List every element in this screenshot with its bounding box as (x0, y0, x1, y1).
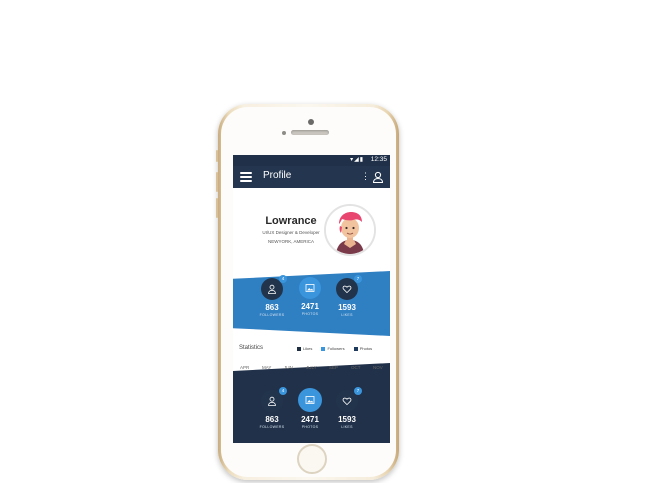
stat-count: 1593 (338, 415, 356, 424)
stat-label: LIKES (341, 313, 353, 317)
user-icon (268, 396, 276, 406)
heart-icon (342, 397, 352, 406)
avatar[interactable] (324, 204, 376, 256)
stat-count: 2471 (301, 415, 319, 424)
month-label: NOV (373, 365, 383, 370)
volume-up-button[interactable] (216, 172, 218, 192)
page-title: Profile (263, 170, 292, 181)
user-icon (268, 284, 276, 294)
status-icons: ▾◢▮ (350, 157, 364, 163)
mute-switch[interactable] (216, 150, 218, 162)
stat-badge: 7 (354, 387, 362, 395)
stat-label: PHOTOS (301, 425, 319, 429)
app-screen: ▾◢▮ 12:35 Profile ⋮ Lowrance UI/UX Desig… (233, 155, 390, 443)
stat-count: 1593 (338, 303, 356, 312)
month-label: OCT (351, 365, 361, 370)
stat-count: 2471 (301, 302, 319, 311)
stat-badge: 4 (279, 275, 287, 283)
chart-title: Statistics (239, 345, 264, 351)
stat-label: FOLLOWERS (259, 313, 285, 317)
account-icon[interactable] (372, 171, 384, 183)
month-label: APR (240, 365, 250, 370)
statistics-header: Statistics Likes Followers Photos (233, 343, 390, 357)
stat-followers-bottom[interactable]: 4 863 FOLLOWERS (252, 387, 292, 429)
stat-likes-circle[interactable]: 7 (336, 275, 362, 300)
legend-item-photos[interactable]: Photos (353, 346, 373, 351)
stage: ▾◢▮ 12:35 Profile ⋮ Lowrance UI/UX Desig… (0, 0, 669, 483)
status-bar: ▾◢▮ 12:35 (233, 155, 390, 166)
stat-count: 863 (265, 415, 279, 424)
photo-icon (305, 396, 315, 404)
proximity-sensor (282, 131, 286, 135)
stat-followers[interactable]: 4 863 FOLLOWERS (252, 275, 292, 317)
stat-likes-bottom[interactable]: 7 1593 LIKES (327, 387, 367, 429)
legend-item-likes[interactable]: Likes (297, 346, 312, 351)
stat-badge: 7 (354, 275, 362, 283)
month-label: JUN (284, 365, 293, 370)
stat-followers-circle[interactable]: 4 (261, 387, 287, 412)
photo-icon (305, 284, 315, 292)
stat-label: LIKES (341, 425, 353, 429)
month-label: MAY (262, 365, 272, 370)
stat-badge: 4 (279, 387, 287, 395)
stat-photos-bottom[interactable]: 2471 PHOTOS (290, 388, 330, 429)
legend-label: Photos (359, 346, 373, 351)
status-time: 12:35 (370, 156, 387, 163)
home-button[interactable] (297, 444, 327, 474)
heart-icon (342, 285, 352, 294)
month-label: SEP (329, 365, 339, 370)
stat-label: FOLLOWERS (259, 425, 285, 429)
avatar-illustration (326, 206, 374, 254)
stat-photos-circle[interactable] (299, 277, 321, 299)
month-label: JULY (306, 365, 317, 370)
menu-icon[interactable] (240, 172, 252, 182)
stat-label: PHOTOS (301, 312, 319, 316)
stat-followers-circle[interactable]: 4 (261, 275, 287, 300)
volume-down-button[interactable] (216, 198, 218, 218)
stat-photos[interactable]: 2471 PHOTOS (290, 277, 330, 316)
front-camera (308, 119, 314, 125)
earpiece-speaker (291, 130, 329, 135)
legend-label: Followers (327, 346, 345, 351)
more-options-icon[interactable]: ⋮ (361, 171, 370, 182)
legend-item-followers[interactable]: Followers (321, 346, 345, 351)
stat-likes-circle[interactable]: 7 (336, 387, 362, 412)
chart-legend: Likes Followers Photos (297, 346, 380, 351)
stat-photos-circle[interactable] (298, 388, 322, 412)
stat-likes[interactable]: 7 1593 LIKES (327, 275, 367, 317)
legend-label: Likes (303, 346, 313, 351)
app-bar: Profile ⋮ (233, 166, 390, 188)
profile-header: Lowrance UI/UX Designer & Developer NEWY… (233, 188, 390, 283)
stat-count: 863 (265, 303, 279, 312)
